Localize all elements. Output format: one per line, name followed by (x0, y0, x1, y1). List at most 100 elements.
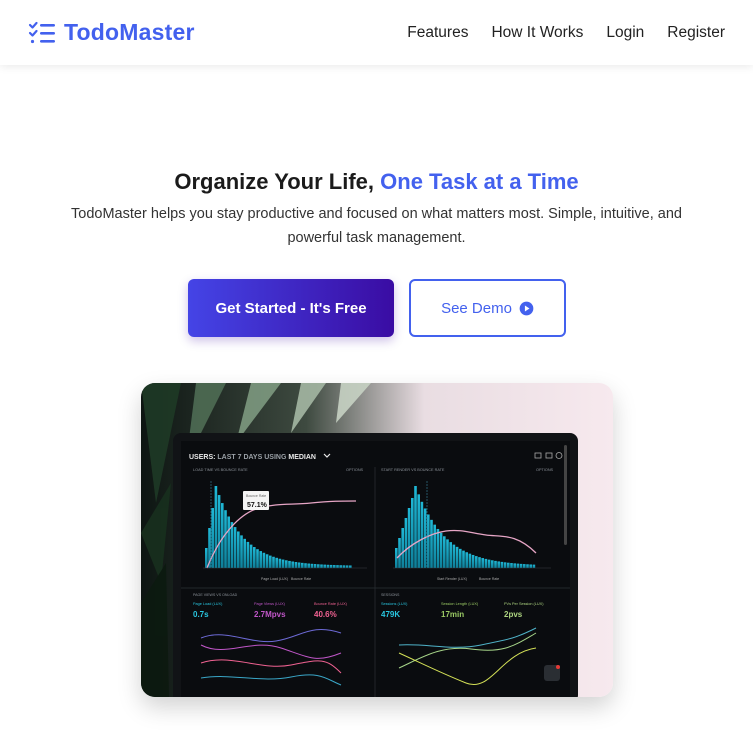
dashboard-laptop-image: USERS: LAST 7 DAYS USING MEDIAN LOAD TIM… (141, 383, 613, 697)
histogram-bar (462, 550, 465, 568)
histogram-bar (227, 516, 230, 568)
panel-right-options: OPTIONS (536, 468, 554, 472)
dash-title-c: USING (264, 454, 287, 461)
histogram-bar (205, 548, 208, 568)
see-demo-button[interactable]: See Demo (409, 279, 566, 337)
left-legend-a: Page Load (LUX) (261, 577, 288, 581)
nav-link-register[interactable]: Register (667, 24, 725, 42)
histogram-bar (269, 555, 272, 568)
metric-right-1-label: Session Length (LUX) (441, 602, 479, 606)
histogram-bar (294, 562, 298, 568)
metric-right-2-value: 2pvs (504, 610, 523, 619)
nav-link-how-it-works[interactable]: How It Works (491, 24, 583, 42)
histogram-bar (398, 538, 401, 568)
bottom-right-title: SESSIONS (381, 593, 400, 597)
metric-left-0-label: Page Load (LUX) (193, 602, 223, 606)
play-circle-icon (519, 301, 534, 315)
histogram-bar (237, 531, 240, 568)
histogram-bar (478, 557, 481, 568)
histogram-bar (519, 563, 523, 568)
histogram-bar (224, 510, 227, 568)
histogram-bar (214, 486, 218, 568)
histogram-bar (475, 556, 478, 568)
hero-subtitle: TodoMaster helps you stay productive and… (71, 206, 682, 246)
histogram-bar (433, 524, 436, 568)
histogram-bar (465, 552, 468, 568)
top-navbar: TodoMaster Features How It Works Login R… (0, 0, 753, 65)
histogram-bar (491, 560, 494, 568)
svg-text:USERS: LAST 7 DAYS: USERS: LAST 7 DAYS USING MEDIAN (189, 454, 316, 461)
histogram-bar (510, 563, 513, 568)
histogram-bar (320, 564, 323, 568)
histogram-bar (288, 560, 291, 568)
histogram-bar (221, 503, 224, 568)
metric-left-0-value: 0.7s (193, 610, 209, 619)
histogram-bar (345, 565, 349, 568)
histogram-bar (275, 557, 278, 568)
histogram-bar (455, 546, 459, 568)
histogram-bar (494, 560, 497, 568)
histogram-bar (336, 565, 339, 568)
histogram-bar (507, 562, 510, 568)
histogram-bar (427, 514, 430, 568)
histogram-bar (307, 563, 310, 568)
histogram-bar (417, 494, 420, 568)
checklist-icon (28, 21, 55, 43)
get-started-button[interactable]: Get Started - It's Free (188, 279, 394, 337)
histogram-bar (449, 542, 452, 568)
histogram-bar (246, 541, 250, 568)
histogram-bar (256, 549, 259, 568)
histogram-bar (291, 561, 294, 568)
nav-link-login[interactable]: Login (606, 24, 644, 42)
histogram-bar (253, 547, 256, 568)
bottom-left-title: PAGE VIEWS VS ONLOAD (193, 593, 238, 597)
histogram-bar (523, 564, 526, 568)
histogram-bar (285, 560, 288, 568)
histogram-bar (323, 564, 326, 568)
nav-link-features[interactable]: Features (407, 24, 468, 42)
histogram-bar (233, 527, 237, 568)
histogram-bar (513, 563, 516, 568)
metric-right-1-value: 17min (441, 610, 464, 619)
histogram-bar (304, 563, 307, 568)
brand-logo-link[interactable]: TodoMaster (28, 19, 195, 46)
metric-left-1-label: Page Views (LUX) (254, 602, 286, 606)
histogram-bar (500, 561, 504, 568)
histogram-bar (281, 559, 285, 568)
metric-right-2-label: PVs Per Session (LUX) (504, 602, 544, 606)
metric-right-0-value: 479K (381, 610, 400, 619)
histogram-bar (487, 559, 491, 568)
histogram-bar (297, 562, 301, 568)
histogram-bar (401, 528, 404, 568)
metric-left-1-value: 2.7Mpvs (254, 610, 286, 619)
histogram-bar (349, 565, 352, 568)
histogram-bar (443, 536, 446, 568)
histogram-bar (516, 563, 520, 568)
histogram-bar (407, 508, 411, 568)
tooltip-label: Bounce Rate (246, 494, 266, 498)
histogram-bar (411, 498, 414, 568)
metric-left-2-label: Bounce Rate (LUX) (314, 602, 348, 606)
histogram-bar (497, 561, 500, 568)
headline-prefix: Organize Your Life, (174, 169, 375, 194)
histogram-bar (526, 564, 529, 568)
nav-links: Features How It Works Login Register (407, 24, 725, 42)
dash-title-b: LAST 7 DAYS (217, 454, 262, 461)
dash-title-d: MEDIAN (288, 454, 316, 461)
histogram-bar (420, 501, 424, 568)
histogram-bar (414, 486, 417, 568)
hero-headline: Organize Your Life, One Task at a Time (0, 169, 753, 195)
histogram-bar (310, 563, 314, 568)
histogram-bar (339, 565, 342, 568)
histogram-bar (430, 519, 433, 568)
histogram-bar (243, 538, 246, 568)
histogram-bar (240, 535, 243, 568)
dashboard-illustration: USERS: LAST 7 DAYS USING MEDIAN LOAD TIM… (141, 383, 613, 697)
histogram-bar (230, 522, 234, 568)
histogram-bar (326, 564, 330, 568)
histogram-bar (468, 553, 472, 568)
see-demo-label: See Demo (441, 299, 512, 317)
histogram-bar (484, 558, 488, 568)
headline-accent: One Task at a Time (380, 169, 579, 194)
histogram-bar (249, 544, 253, 568)
